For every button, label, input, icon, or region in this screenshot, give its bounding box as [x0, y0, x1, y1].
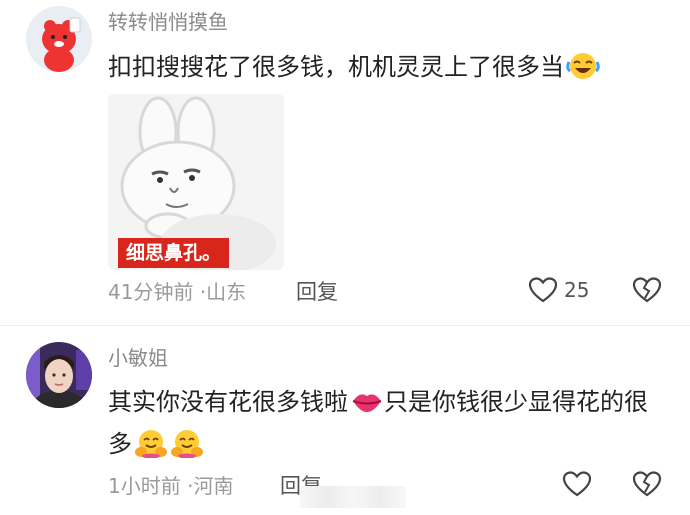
timestamp: 1小时前 [108, 474, 181, 498]
like-count: 25 [564, 278, 590, 302]
laughing-crying-emoji-icon [566, 53, 600, 79]
reply-button[interactable]: 回复 [296, 280, 338, 304]
timestamp: 41分钟前 [108, 280, 194, 304]
red-bear-avatar-icon [26, 6, 92, 72]
blurred-overlay [300, 486, 406, 508]
dislike-button[interactable] [632, 276, 662, 308]
like-button[interactable]: 25 [528, 276, 589, 304]
comment-meta: 41分钟前 ·山东 [108, 280, 246, 304]
sticker-image[interactable]: 细思鼻孔。 [108, 94, 284, 270]
comment-text: 其实你没有花很多钱啦 只是你钱很少显得花的很多 [108, 381, 668, 465]
divider [0, 325, 690, 326]
location: 河南 [193, 474, 234, 498]
broken-heart-icon [632, 471, 662, 497]
hugging-face-emoji-icon [171, 430, 203, 458]
kiss-lips-emoji-icon [352, 394, 382, 412]
comment-text-content: 扣扣搜搜花了很多钱，机机灵灵上了很多当 [108, 53, 564, 81]
heart-icon [562, 471, 592, 497]
sticker-caption: 细思鼻孔。 [118, 238, 230, 268]
username[interactable]: 转转悄悄摸鱼 [108, 10, 228, 34]
heart-icon [528, 277, 558, 303]
broken-heart-icon [632, 277, 662, 303]
user-photo-avatar-icon [26, 342, 92, 408]
like-button[interactable] [562, 470, 592, 498]
hugging-face-emoji-icon [135, 430, 167, 458]
comment-text: 扣扣搜搜花了很多钱，机机灵灵上了很多当 [108, 46, 668, 88]
comment-meta: 1小时前 ·河南 [108, 474, 233, 498]
avatar[interactable] [26, 6, 92, 72]
location: 山东 [206, 280, 247, 304]
dislike-button[interactable] [632, 470, 662, 502]
comment-text-part1: 其实你没有花很多钱啦 [108, 388, 348, 416]
avatar[interactable] [26, 342, 92, 408]
username[interactable]: 小敏姐 [108, 346, 168, 370]
